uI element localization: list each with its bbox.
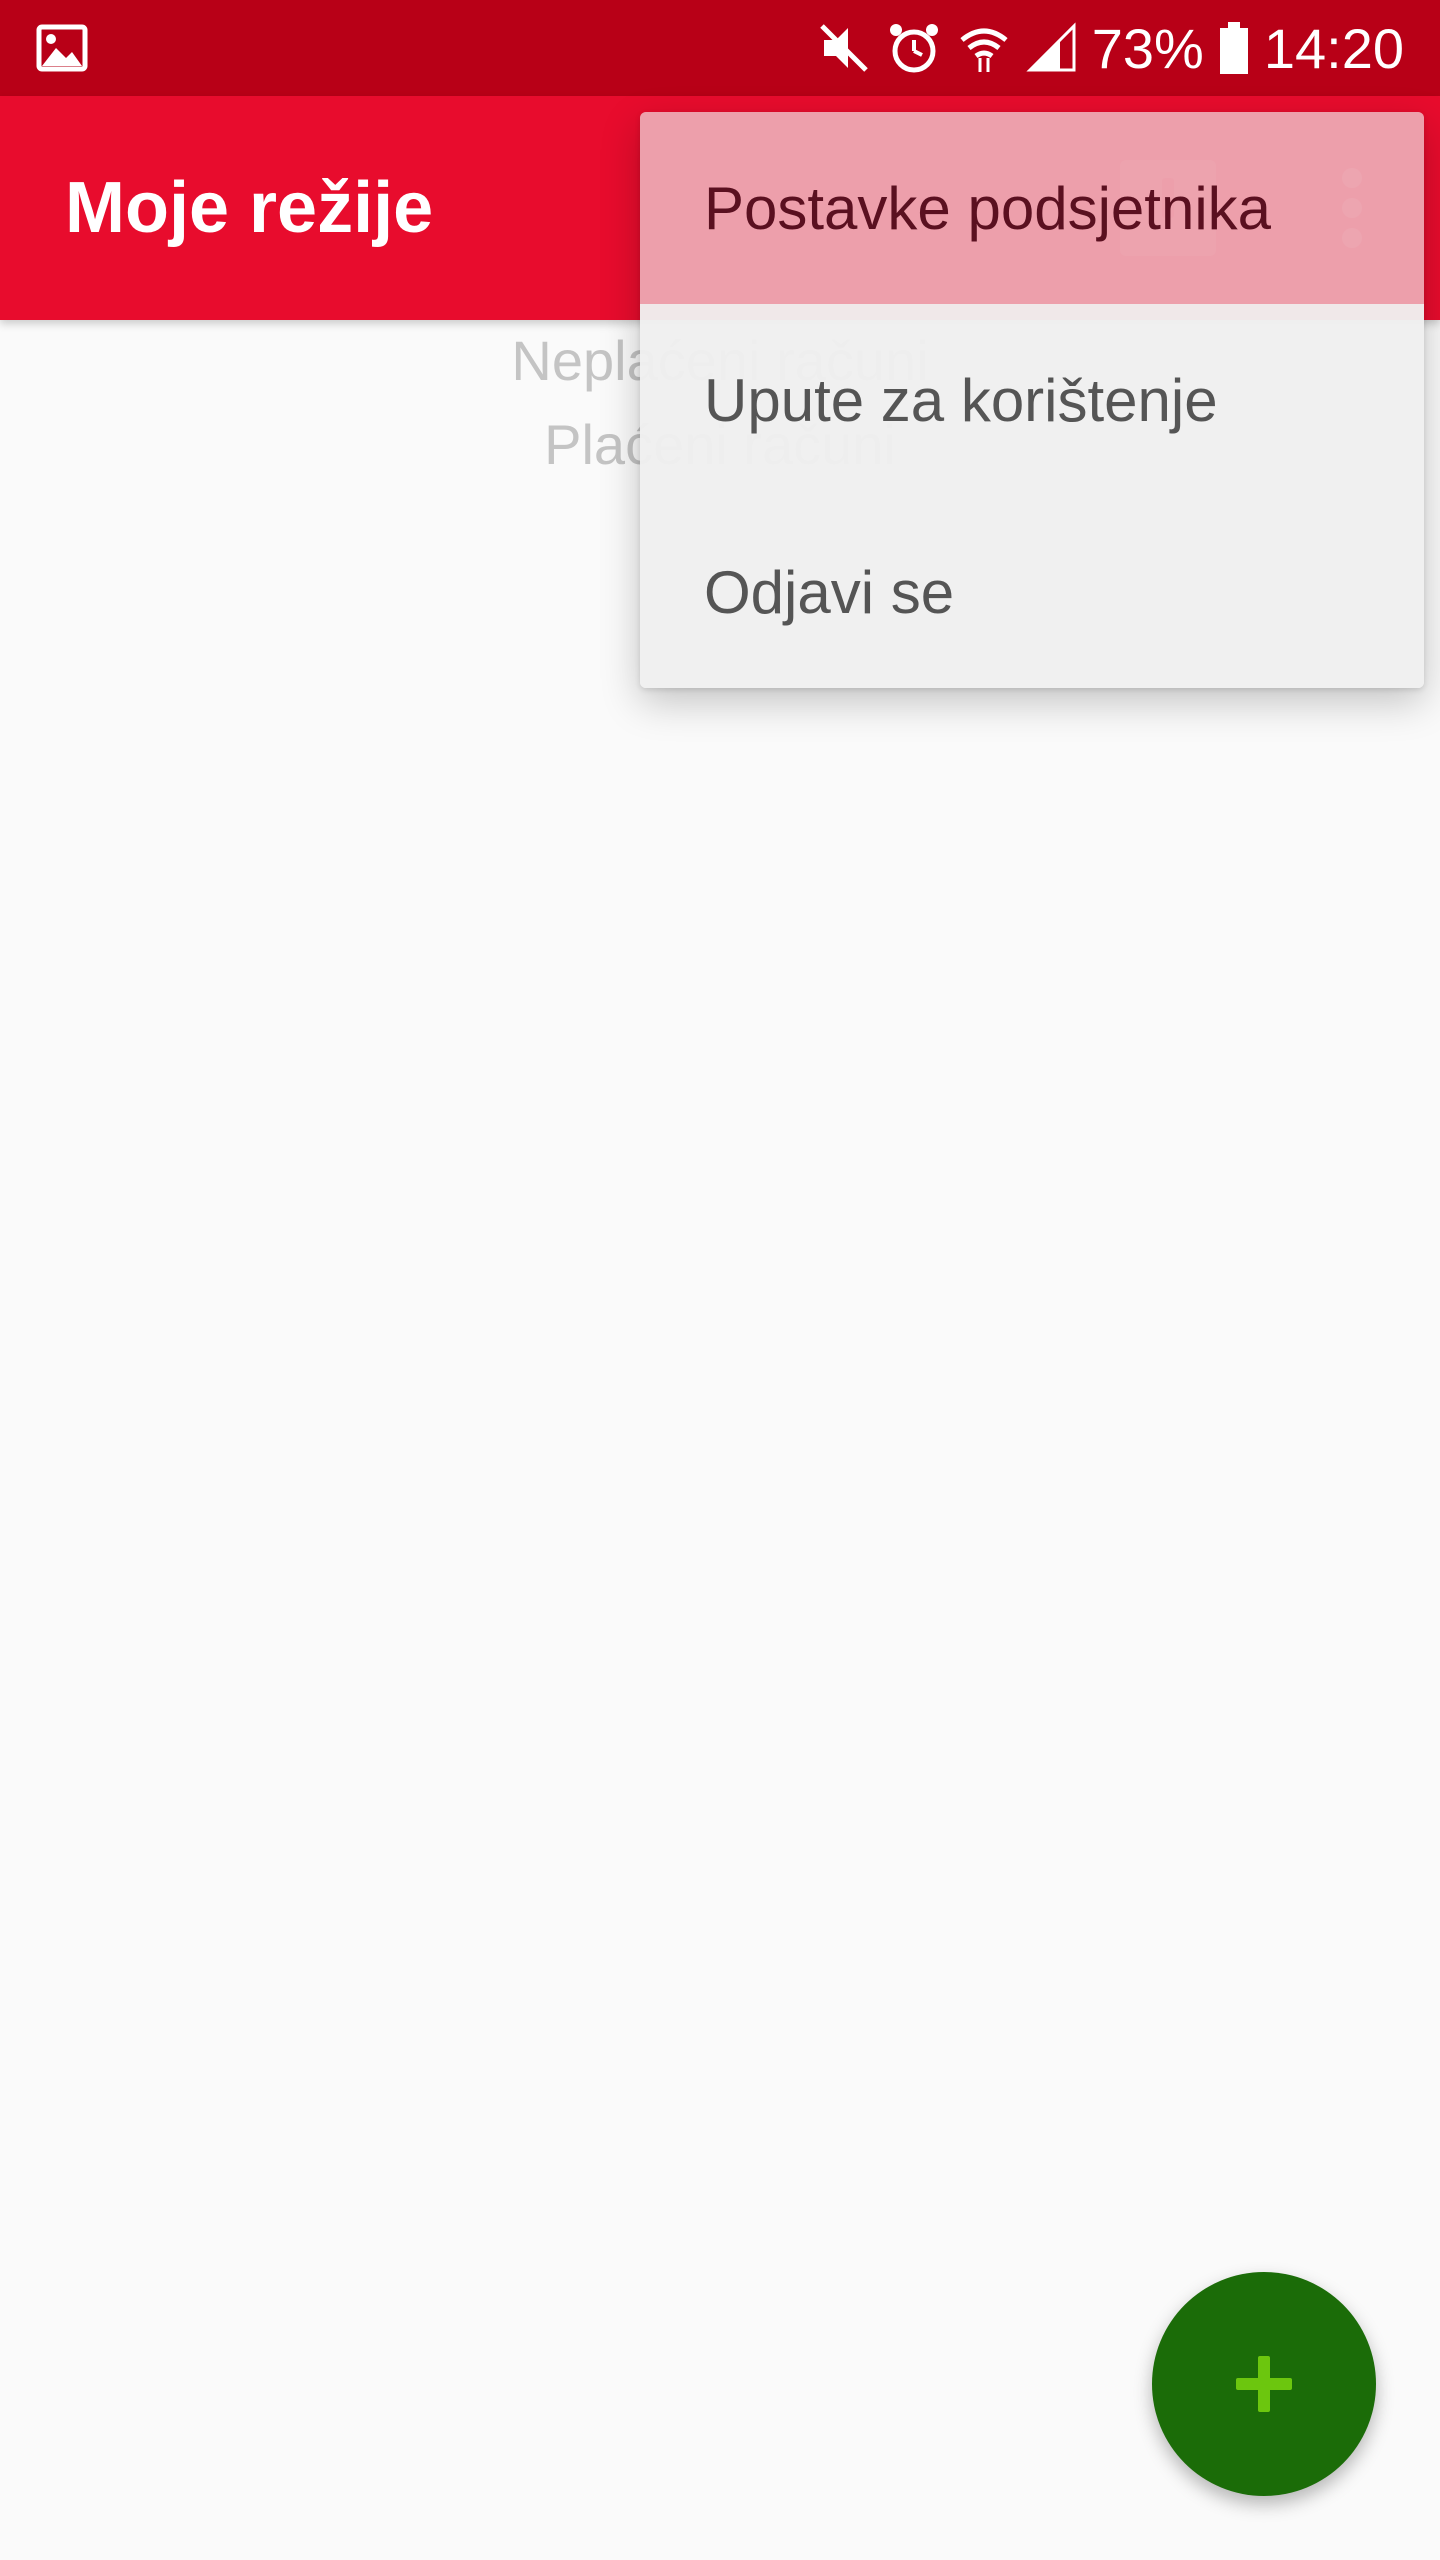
- wifi-icon: [960, 28, 1008, 72]
- add-bill-button[interactable]: [1152, 2272, 1376, 2496]
- status-bar: 73% 14:20: [0, 0, 1440, 96]
- battery-icon: [1219, 22, 1248, 74]
- signal-icon: [1026, 22, 1076, 72]
- mute-icon: [819, 24, 868, 72]
- battery-percentage: 73%: [1091, 16, 1204, 80]
- status-icons: 73% 14:20: [816, 0, 1404, 96]
- app-title: Moje režije: [65, 168, 434, 248]
- menu-item-reminder-settings[interactable]: Postavke podsjetnika: [640, 112, 1424, 304]
- menu-item-sign-out[interactable]: Odjavi se: [640, 496, 1424, 688]
- alarm-icon: [889, 24, 938, 73]
- clock: 14:20: [1263, 16, 1404, 80]
- overflow-menu: Postavke podsjetnika Upute za korištenje…: [640, 112, 1424, 688]
- menu-item-user-guide[interactable]: Upute za korištenje: [640, 304, 1424, 496]
- gallery-icon: [36, 24, 88, 72]
